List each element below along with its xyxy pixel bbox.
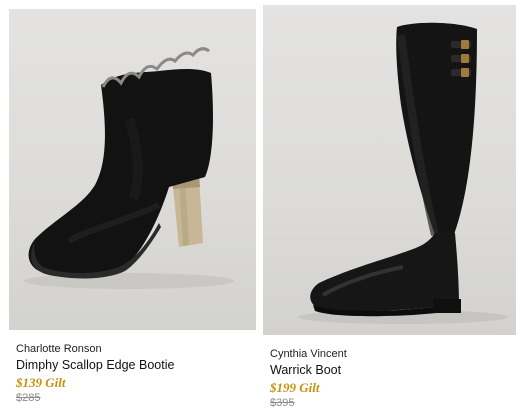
sale-price: $139 Gilt [16, 375, 66, 390]
product-image-boot[interactable] [263, 5, 516, 335]
boot-illustration [298, 22, 508, 324]
bootie-illustration [24, 47, 234, 289]
product-name[interactable]: Warrick Boot [270, 361, 516, 379]
original-price: $395 [270, 397, 295, 409]
original-price: $285 [16, 392, 41, 404]
product-brand: Cynthia Vincent [270, 348, 347, 360]
product-card-bootie[interactable]: Charlotte Ronson Dimphy Scallop Edge Boo… [9, 0, 256, 406]
sale-price: $199 Gilt [270, 380, 320, 395]
product-name[interactable]: Dimphy Scallop Edge Bootie [16, 356, 256, 374]
product-image-bootie[interactable] [9, 9, 256, 330]
product-brand: Charlotte Ronson [16, 343, 102, 355]
product-card-boot[interactable]: Cynthia Vincent Warrick Boot $199 Gilt $… [263, 0, 516, 411]
